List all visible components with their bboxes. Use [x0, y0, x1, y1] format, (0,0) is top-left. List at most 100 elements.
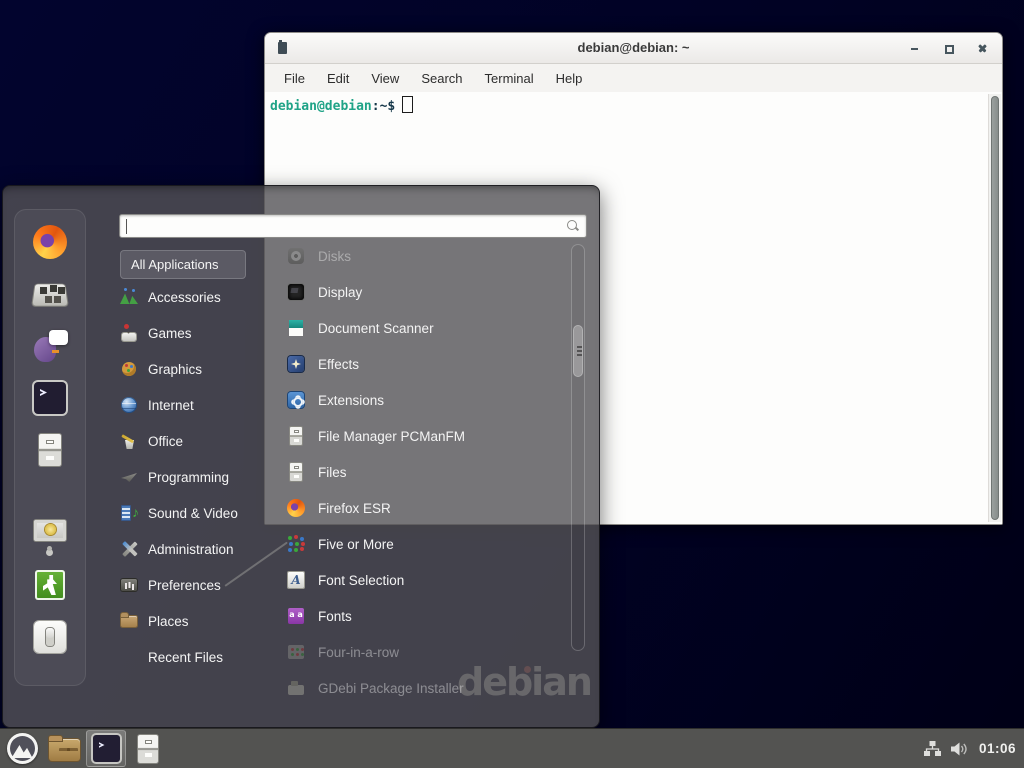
app-item-disks[interactable]: Disks — [286, 238, 568, 274]
category-label: Internet — [148, 398, 194, 413]
category-item-administration[interactable]: Administration — [120, 531, 270, 567]
menu-scrollbar[interactable] — [571, 244, 585, 651]
category-item-internet[interactable]: Internet — [120, 387, 270, 423]
favorite-file-cabinet[interactable] — [32, 432, 68, 468]
taskbar-button-terminal[interactable] — [86, 730, 126, 767]
app-icon-firefox — [286, 498, 306, 518]
app-icon-fonts — [286, 606, 306, 626]
app-label: File Manager PCManFM — [318, 429, 465, 444]
category-item-games[interactable]: Games — [120, 315, 270, 351]
menubar-item[interactable]: Help — [545, 65, 594, 92]
app-item-four-in-a-row[interactable]: Four-in-a-row — [286, 634, 568, 670]
favorite-settings[interactable] — [32, 276, 68, 312]
terminal-titlebar[interactable]: debian@debian: ~ — [265, 33, 1002, 64]
clock[interactable]: 01:06 — [979, 741, 1016, 756]
app-item-file-manager-pcmanfm[interactable]: File Manager PCManFM — [286, 418, 568, 454]
category-item-graphics[interactable]: Graphics — [120, 351, 270, 387]
favorite-pidgin[interactable] — [32, 328, 68, 364]
category-list: Accessories Games Graphics Internet Offi… — [120, 279, 270, 675]
terminal-cursor — [402, 96, 413, 113]
category-icon-places — [120, 612, 138, 630]
taskbar-icon-menu — [7, 733, 38, 764]
terminal-menubar: File Edit View Search Terminal Help — [265, 64, 1002, 93]
category-item-recent-files[interactable]: Recent Files — [120, 639, 270, 675]
menubar-item[interactable]: Search — [410, 65, 473, 92]
app-item-effects[interactable]: Effects — [286, 346, 568, 382]
taskbar-button-folder[interactable] — [44, 730, 84, 767]
search-input[interactable] — [119, 214, 587, 238]
minimize-button[interactable] — [909, 43, 920, 54]
app-icon-gdebi — [286, 678, 306, 698]
app-item-files[interactable]: Files — [286, 454, 568, 490]
all-applications-label: All Applications — [131, 257, 218, 272]
category-icon-internet — [120, 396, 138, 414]
application-list: Disks Display Document Scanner Effects E… — [286, 238, 568, 706]
app-icon-font-selection — [286, 570, 306, 590]
session-button-lock-screen[interactable] — [32, 515, 68, 551]
category-label: Games — [148, 326, 192, 341]
system-tray: 01:06 — [924, 729, 1024, 768]
app-icon-display — [286, 282, 306, 302]
app-icon-disks — [286, 246, 306, 266]
category-icon-office — [120, 432, 138, 450]
taskbar-button-menu[interactable] — [2, 730, 42, 767]
maximize-button[interactable] — [943, 43, 954, 54]
category-label: Recent Files — [148, 650, 223, 665]
volume-icon[interactable] — [951, 742, 969, 756]
taskbar-icon-file-cabinet — [135, 734, 161, 764]
menubar-item[interactable]: File — [273, 65, 316, 92]
app-item-gdebi-package-installer[interactable]: GDebi Package Installer — [286, 670, 568, 706]
close-button[interactable] — [977, 43, 988, 54]
category-item-office[interactable]: Office — [120, 423, 270, 459]
app-label: Four-in-a-row — [318, 645, 399, 660]
category-item-places[interactable]: Places — [120, 603, 270, 639]
app-icon-effects — [286, 354, 306, 374]
category-label: Preferences — [148, 578, 221, 593]
app-item-display[interactable]: Display — [286, 274, 568, 310]
app-label: Firefox ESR — [318, 501, 391, 516]
category-item-accessories[interactable]: Accessories — [120, 279, 270, 315]
app-item-firefox-esr[interactable]: Firefox ESR — [286, 490, 568, 526]
menubar-item[interactable]: Edit — [316, 65, 360, 92]
taskbar-button-file-cabinet[interactable] — [128, 730, 168, 767]
favorites-panel — [14, 209, 86, 686]
prompt-path: :~$ — [372, 99, 395, 114]
menu-scrollbar-thumb[interactable] — [573, 325, 583, 377]
app-label: Document Scanner — [318, 321, 434, 336]
app-label: GDebi Package Installer — [318, 681, 464, 696]
search-caret — [126, 219, 127, 234]
session-buttons-group — [32, 515, 68, 671]
favorite-terminal[interactable] — [32, 380, 68, 416]
terminal-scrollbar-thumb[interactable] — [991, 96, 999, 520]
app-icon-file-cabinet — [286, 462, 306, 482]
category-label: Sound & Video — [148, 506, 238, 521]
network-icon[interactable] — [924, 741, 941, 756]
category-item-sound-video[interactable]: Sound & Video — [120, 495, 270, 531]
app-label: Fonts — [318, 609, 352, 624]
app-item-five-or-more[interactable]: Five or More — [286, 526, 568, 562]
category-icon-games — [120, 324, 138, 342]
category-item-preferences[interactable]: Preferences — [120, 567, 270, 603]
category-icon-sound-video — [120, 504, 138, 522]
app-icon-extensions — [286, 390, 306, 410]
menubar-item[interactable]: Terminal — [474, 65, 545, 92]
menubar-item[interactable]: View — [360, 65, 410, 92]
category-label: Graphics — [148, 362, 202, 377]
app-item-fonts[interactable]: Fonts — [286, 598, 568, 634]
category-icon-graphics — [120, 360, 138, 378]
app-item-document-scanner[interactable]: Document Scanner — [286, 310, 568, 346]
category-icon-administration — [120, 540, 138, 558]
session-button-shutdown[interactable] — [32, 619, 68, 655]
category-item-programming[interactable]: Programming — [120, 459, 270, 495]
app-label: Disks — [318, 249, 351, 264]
app-item-extensions[interactable]: Extensions — [286, 382, 568, 418]
all-applications-button[interactable]: All Applications — [120, 250, 246, 279]
category-icon-accessories — [120, 288, 138, 306]
terminal-scrollbar[interactable] — [988, 94, 1001, 522]
app-label: Effects — [318, 357, 359, 372]
favorite-firefox[interactable] — [32, 224, 68, 260]
taskbar-launchers — [0, 729, 170, 768]
session-button-logout[interactable] — [32, 567, 68, 603]
app-item-font-selection[interactable]: Font Selection — [286, 562, 568, 598]
category-icon-none — [120, 648, 138, 666]
